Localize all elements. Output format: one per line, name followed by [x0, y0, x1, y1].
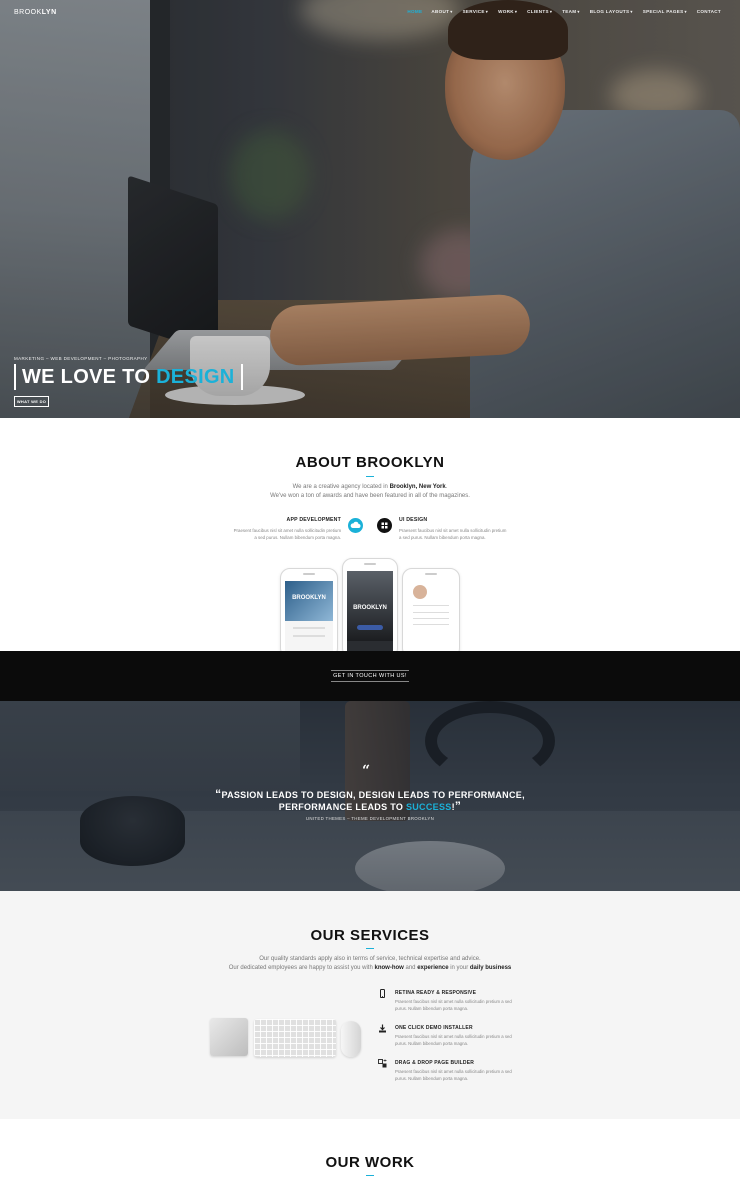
feature-ui-design: UI DESIGN Praesent faucibus nisl sit ame…: [399, 517, 509, 541]
phone-line: [293, 635, 325, 637]
feature-title: APP DEVELOPMENT: [286, 517, 341, 523]
about-location: Brooklyn, New York: [389, 484, 446, 490]
nav-item-contact[interactable]: CONTACT: [693, 9, 726, 14]
nav-item-work[interactable]: WORK▾: [494, 9, 523, 14]
services-know-how: know-how: [374, 965, 404, 971]
quote-icon: “: [362, 763, 371, 779]
nav-item-blog-layouts[interactable]: BLOG LAYOUTS▾: [586, 9, 639, 14]
services-experience: experience: [417, 965, 449, 971]
phone-camera: [364, 563, 376, 565]
hero-title: WE LOVE TO DESIGN: [14, 364, 243, 390]
service-desc: Praesent faucibus nisl sit amet nulla so…: [395, 1034, 512, 1046]
quote-line2-pre: PERFORMANCE LEADS TO: [278, 802, 406, 812]
quote-close-mark: ”: [454, 799, 462, 813]
logo[interactable]: BROOKLYN: [14, 9, 57, 16]
phone-center: BROOKLYN: [342, 558, 398, 658]
feature-desc: Praesent faucibus nisl sit amet nulla so…: [399, 528, 507, 540]
top-nav: BROOKLYN HOME ABOUT▾ SERVICE▾ WORK▾ CLIE…: [0, 0, 740, 24]
about-title-underline: [366, 476, 374, 477]
mouse-image: [341, 1021, 361, 1057]
phone-wave-image: BROOKLYN: [285, 581, 333, 621]
avatar: [413, 585, 427, 599]
services-line2-pre: Our dedicated employees are happy to ass…: [228, 965, 375, 971]
phone-camera: [425, 573, 437, 575]
cloud-icon: [348, 518, 363, 533]
chevron-down-icon: ▾: [577, 9, 580, 14]
services-section: [0, 891, 740, 1119]
chevron-down-icon: ▾: [485, 9, 489, 14]
nav-item-service[interactable]: SERVICE▾: [459, 9, 495, 14]
feature-title: UI DESIGN: [399, 517, 428, 523]
nav-item-team[interactable]: TEAM▾: [558, 9, 586, 14]
about-line1-post: .: [445, 484, 448, 490]
phone-line: [293, 627, 325, 629]
services-line2-mid2: in your: [448, 965, 470, 971]
services-line2: Our dedicated employees are happy to ass…: [0, 964, 740, 973]
grid-icon: [377, 518, 392, 533]
service-title: ONE CLICK DEMO INSTALLER: [395, 1025, 473, 1031]
chevron-down-icon: ▾: [684, 9, 687, 14]
keyboard-image: [254, 1019, 336, 1057]
chevron-down-icon: ▾: [450, 9, 453, 14]
phone-mockups: BROOKLYN BROOKLYN: [270, 556, 470, 658]
what-we-do-button[interactable]: WHAT WE DO: [14, 396, 49, 407]
feature-desc: Praesent faucibus nisl sit amet nulla so…: [233, 528, 341, 540]
services-line1: Our quality standards apply also in term…: [259, 956, 481, 962]
about-line2: We've won a ton of awards and have been …: [270, 493, 470, 499]
phone-right: [402, 568, 460, 658]
chevron-down-icon: ▾: [549, 9, 553, 14]
phone-line: [413, 624, 449, 625]
logo-bold: LYN: [41, 9, 57, 16]
service-title: DRAG & DROP PAGE BUILDER: [395, 1060, 475, 1066]
phone-line: [413, 618, 449, 619]
quote-author: UNITED THEMES – THEME DEVELOPMENT BROOKL…: [305, 816, 435, 821]
about-line1-pre: We are a creative agency located in: [292, 484, 390, 490]
quote-accent: SUCCESS: [405, 802, 452, 812]
trackpad-image: [210, 1018, 248, 1056]
service-desc: Praesent faucibus nisl sit amet nulla so…: [395, 1069, 512, 1081]
phone-center-screen: BROOKLYN: [347, 571, 393, 657]
download-icon: [379, 1024, 386, 1033]
nav-item-clients[interactable]: CLIENTS▾: [523, 9, 558, 14]
services-title-underline: [366, 948, 374, 949]
work-title: OUR WORK: [325, 1154, 415, 1171]
hero-title-accent: DESIGN: [156, 366, 235, 388]
about-line1: We are a creative agency located in Broo…: [0, 483, 740, 492]
services-line2-mid: and: [403, 965, 418, 971]
services-daily-business: daily business: [469, 965, 512, 971]
phone-photo: BROOKLYN: [347, 571, 393, 641]
nav-item-about[interactable]: ABOUT▾: [427, 9, 458, 14]
mobile-icon: [380, 989, 385, 998]
nav-item-home[interactable]: HOME: [403, 9, 427, 14]
feature-app-development: APP DEVELOPMENT Praesent faucibus nisl s…: [231, 517, 341, 541]
nav-item-special-pages[interactable]: SPECIAL PAGES▾: [639, 9, 693, 14]
quote-line1-text: PASSION LEADS TO DESIGN, DESIGN LEADS TO…: [221, 790, 525, 800]
phone-button: [357, 625, 383, 630]
hero-title-main: WE LOVE TO: [22, 366, 157, 388]
phone-line: [413, 605, 449, 606]
services-title: OUR SERVICES: [310, 927, 430, 944]
quote-line2: PERFORMANCE LEADS TO SUCCESS!”: [0, 800, 740, 813]
main-menu: HOME ABOUT▾ SERVICE▾ WORK▾ CLIENTS▾ TEAM…: [403, 9, 726, 14]
phone-left-brand: BROOKLYN: [292, 595, 326, 601]
phone-right-screen: [407, 581, 455, 657]
phone-left: BROOKLYN: [280, 568, 338, 658]
about-title: ABOUT BROOKLYN: [295, 454, 445, 471]
chevron-down-icon: ▾: [514, 9, 518, 14]
hero-kicker: MARKETING – WEB DEVELOPMENT – PHOTOGRAPH…: [14, 356, 148, 361]
phone-center-brand: BROOKLYN: [353, 605, 387, 611]
work-title-underline: [366, 1175, 374, 1176]
phone-line: [413, 612, 449, 613]
service-desc: Praesent faucibus nisl sit amet nulla so…: [395, 999, 512, 1011]
get-in-touch-button[interactable]: GET IN TOUCH WITH US!: [331, 670, 409, 682]
service-title: RETINA READY & RESPONSIVE: [395, 990, 477, 996]
chevron-down-icon: ▾: [630, 9, 633, 14]
phone-camera: [303, 573, 315, 575]
drag-drop-icon: [378, 1059, 387, 1068]
logo-light: BROOK: [14, 9, 42, 16]
phone-left-screen: BROOKLYN: [285, 581, 333, 657]
